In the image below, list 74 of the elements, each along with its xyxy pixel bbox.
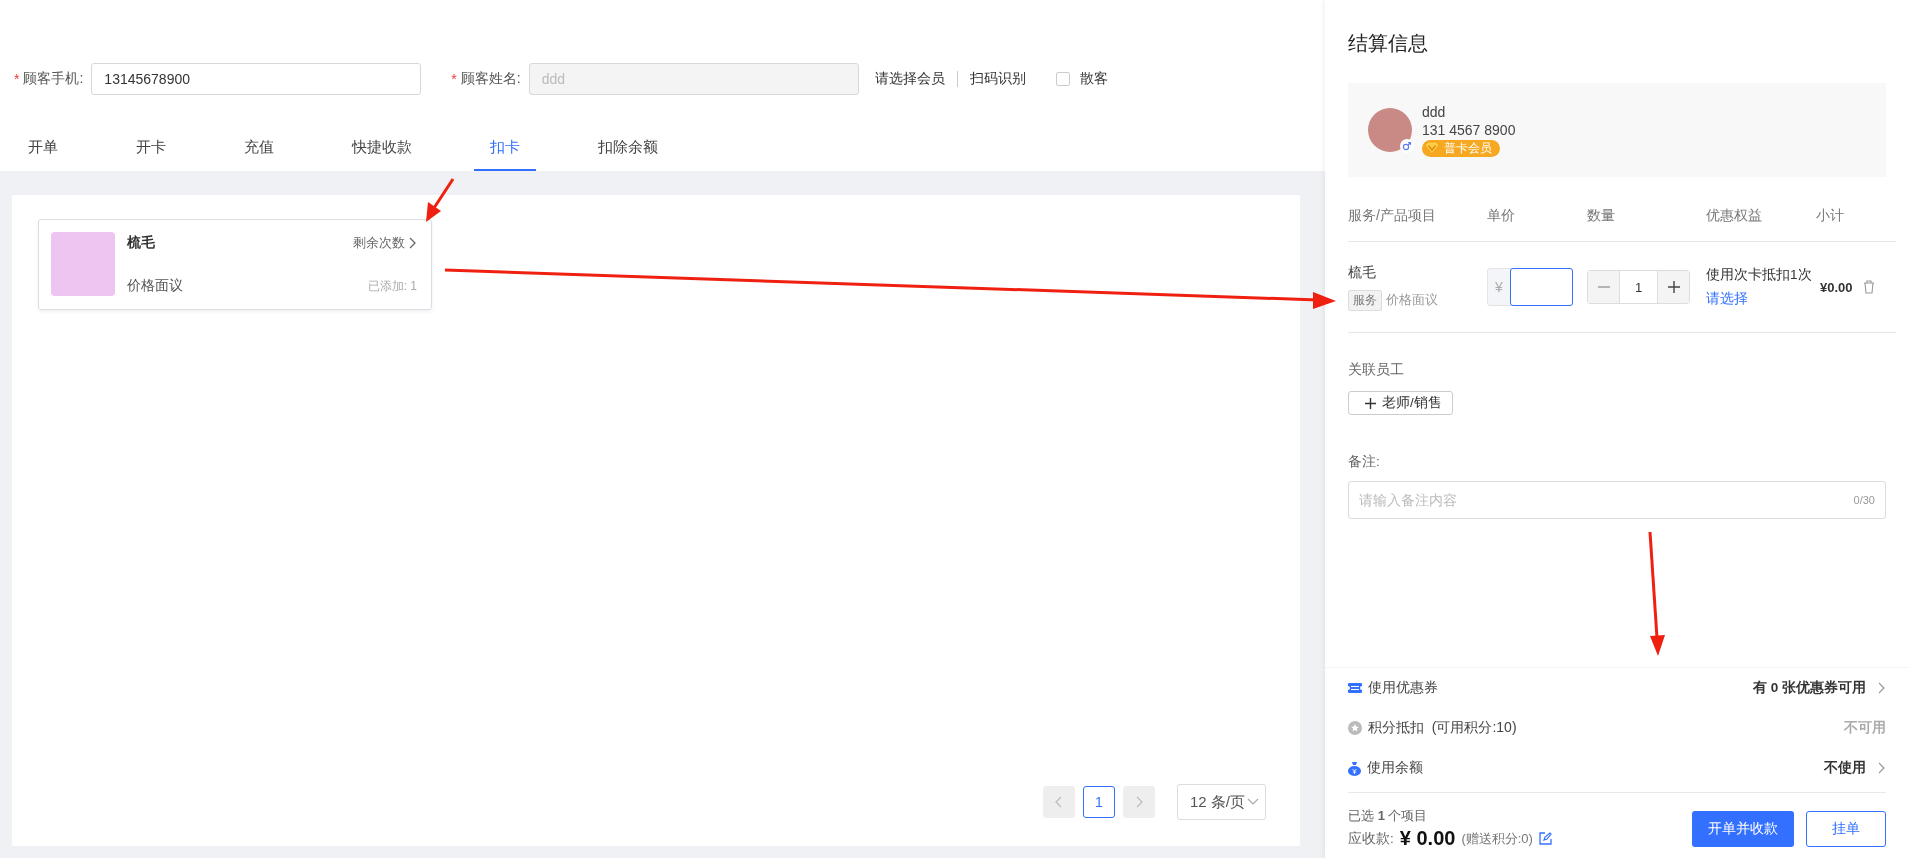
annotation-arrow — [426, 178, 455, 222]
caret-icon — [1247, 798, 1259, 806]
member-phone: 131 4567 8900 — [1422, 121, 1516, 138]
quantity-stepper[interactable]: 1 — [1587, 270, 1690, 304]
option-value: 不可用 — [1844, 719, 1886, 737]
option-value: 有 0 张优惠券可用 — [1752, 679, 1866, 697]
ticket-icon — [1348, 683, 1362, 693]
tab[interactable]: 开单 — [12, 126, 74, 171]
column-header: 优惠权益 — [1706, 207, 1763, 225]
price-note: 价格面议 — [1386, 291, 1438, 309]
phone-field[interactable]: 13145678900 — [91, 63, 422, 95]
option-row[interactable]: 使用余额 不使用 — [1348, 748, 1886, 788]
option-label: 使用余额 — [1367, 759, 1424, 777]
avatar-placeholder — [1368, 108, 1412, 152]
bonus-points: (赠送积分:0) — [1461, 829, 1533, 848]
walk-in-label: 散客 — [1079, 70, 1108, 88]
walk-in-checkbox[interactable] — [1055, 72, 1070, 86]
action-button[interactable]: 挂单 — [1806, 810, 1886, 847]
option-row[interactable]: 使用优惠券 有 0 张优惠券可用 — [1348, 668, 1886, 708]
select-link[interactable]: 请选择 — [1706, 290, 1816, 308]
selected-count: 已选 1 个项目 — [1348, 807, 1429, 825]
member-name: ddd — [1422, 103, 1447, 120]
subtotal: ¥0.00 — [1820, 279, 1853, 295]
edit-icon[interactable] — [1538, 832, 1552, 845]
benefit-text: 使用次卡抵扣1次 — [1706, 266, 1813, 284]
amount-due: ¥ 0.00 — [1399, 827, 1456, 850]
member-level-badge: 普卡会员 — [1422, 139, 1500, 157]
column-header: 小计 — [1816, 207, 1845, 225]
item-name: 梳毛 — [1348, 263, 1377, 282]
option-label: 积分抵扣 (可用积分:10) — [1368, 719, 1518, 737]
service-tag: 服务 — [1348, 289, 1382, 311]
plus-icon — [1365, 397, 1376, 409]
required-mark: * — [451, 71, 457, 87]
chevron-right-icon — [1134, 796, 1143, 808]
money-bag-icon — [1348, 760, 1361, 776]
points-icon — [1348, 721, 1362, 735]
previous-page-button[interactable] — [1042, 786, 1075, 818]
name-label: 顾客姓名: — [460, 70, 521, 88]
tab[interactable]: 快捷收款 — [336, 126, 428, 171]
service-name: 梳毛 — [127, 234, 155, 252]
service-card[interactable]: 梳毛 剩余次数 价格面议 已添加: 1 — [38, 219, 432, 310]
column-header: 数量 — [1587, 207, 1616, 225]
staff-label: 关联员工 — [1348, 361, 1405, 379]
tab[interactable]: 扣除余额 — [582, 126, 674, 171]
action-button[interactable]: 开单并收款 — [1692, 810, 1794, 847]
delete-icon[interactable] — [1862, 280, 1875, 294]
chevron-left-icon — [1054, 796, 1063, 808]
tab[interactable]: 扣卡 — [474, 126, 536, 171]
plus-icon — [1667, 281, 1680, 293]
photo-placeholder — [51, 232, 115, 296]
column-header: 服务/产品项目 — [1348, 207, 1437, 225]
option-label: 使用优惠券 — [1368, 679, 1439, 697]
option-value: 不使用 — [1824, 759, 1866, 777]
panel-title: 结算信息 — [1348, 31, 1429, 56]
character-counter: 0/30 — [1853, 494, 1875, 506]
tab[interactable]: 开卡 — [120, 126, 182, 171]
add-staff-button[interactable]: 老师/销售 — [1348, 391, 1453, 415]
required-mark: * — [14, 71, 20, 87]
remaining-link[interactable]: 剩余次数 — [353, 234, 417, 252]
page-button[interactable]: 1 — [1082, 786, 1115, 818]
minus-icon — [1597, 286, 1610, 288]
phone-label: 顾客手机: — [23, 70, 84, 88]
column-header: 单价 — [1487, 207, 1516, 225]
price-text: 价格面议 — [127, 277, 183, 295]
next-page-button[interactable] — [1122, 786, 1155, 818]
added-count: 已添加: 1 — [367, 277, 417, 295]
member-link[interactable]: 请选择会员 — [874, 70, 945, 88]
amount-due-label: 应收款: — [1348, 829, 1394, 848]
member-link[interactable]: 扫码识别 — [969, 70, 1026, 88]
chevron-icon — [409, 237, 417, 249]
remark-label: 备注: — [1348, 453, 1381, 471]
male-icon — [1400, 139, 1414, 153]
page-size-select[interactable]: 12 条/页 — [1176, 784, 1266, 820]
tab[interactable]: 充值 — [228, 126, 290, 171]
